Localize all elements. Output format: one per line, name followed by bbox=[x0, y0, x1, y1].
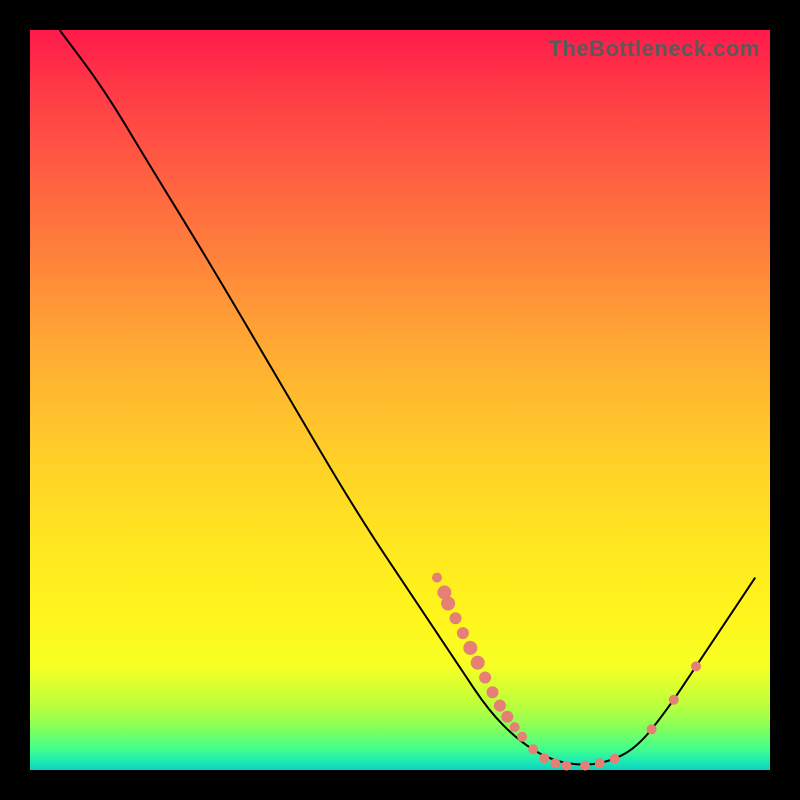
data-dot bbox=[691, 661, 701, 671]
data-dots-group bbox=[432, 573, 701, 771]
data-dot bbox=[580, 761, 590, 771]
data-dot bbox=[471, 656, 485, 670]
data-dot bbox=[510, 722, 520, 732]
data-dot bbox=[487, 686, 499, 698]
data-dot bbox=[479, 672, 491, 684]
data-dot bbox=[463, 641, 477, 655]
data-dot bbox=[457, 627, 469, 639]
data-dot bbox=[562, 761, 572, 771]
data-dot bbox=[610, 754, 620, 764]
data-dot bbox=[517, 732, 527, 742]
data-dot bbox=[441, 597, 455, 611]
data-dot bbox=[494, 700, 506, 712]
data-dot bbox=[432, 573, 442, 583]
data-dot bbox=[501, 711, 513, 723]
data-dot bbox=[647, 724, 657, 734]
data-dot bbox=[595, 758, 605, 768]
data-dot bbox=[450, 612, 462, 624]
chart-svg bbox=[30, 30, 770, 770]
data-dot bbox=[539, 753, 549, 763]
chart-frame: TheBottleneck.com bbox=[30, 30, 770, 770]
data-dot bbox=[669, 695, 679, 705]
data-dot bbox=[528, 744, 538, 754]
data-dot bbox=[550, 758, 560, 768]
bottleneck-curve bbox=[60, 30, 756, 765]
